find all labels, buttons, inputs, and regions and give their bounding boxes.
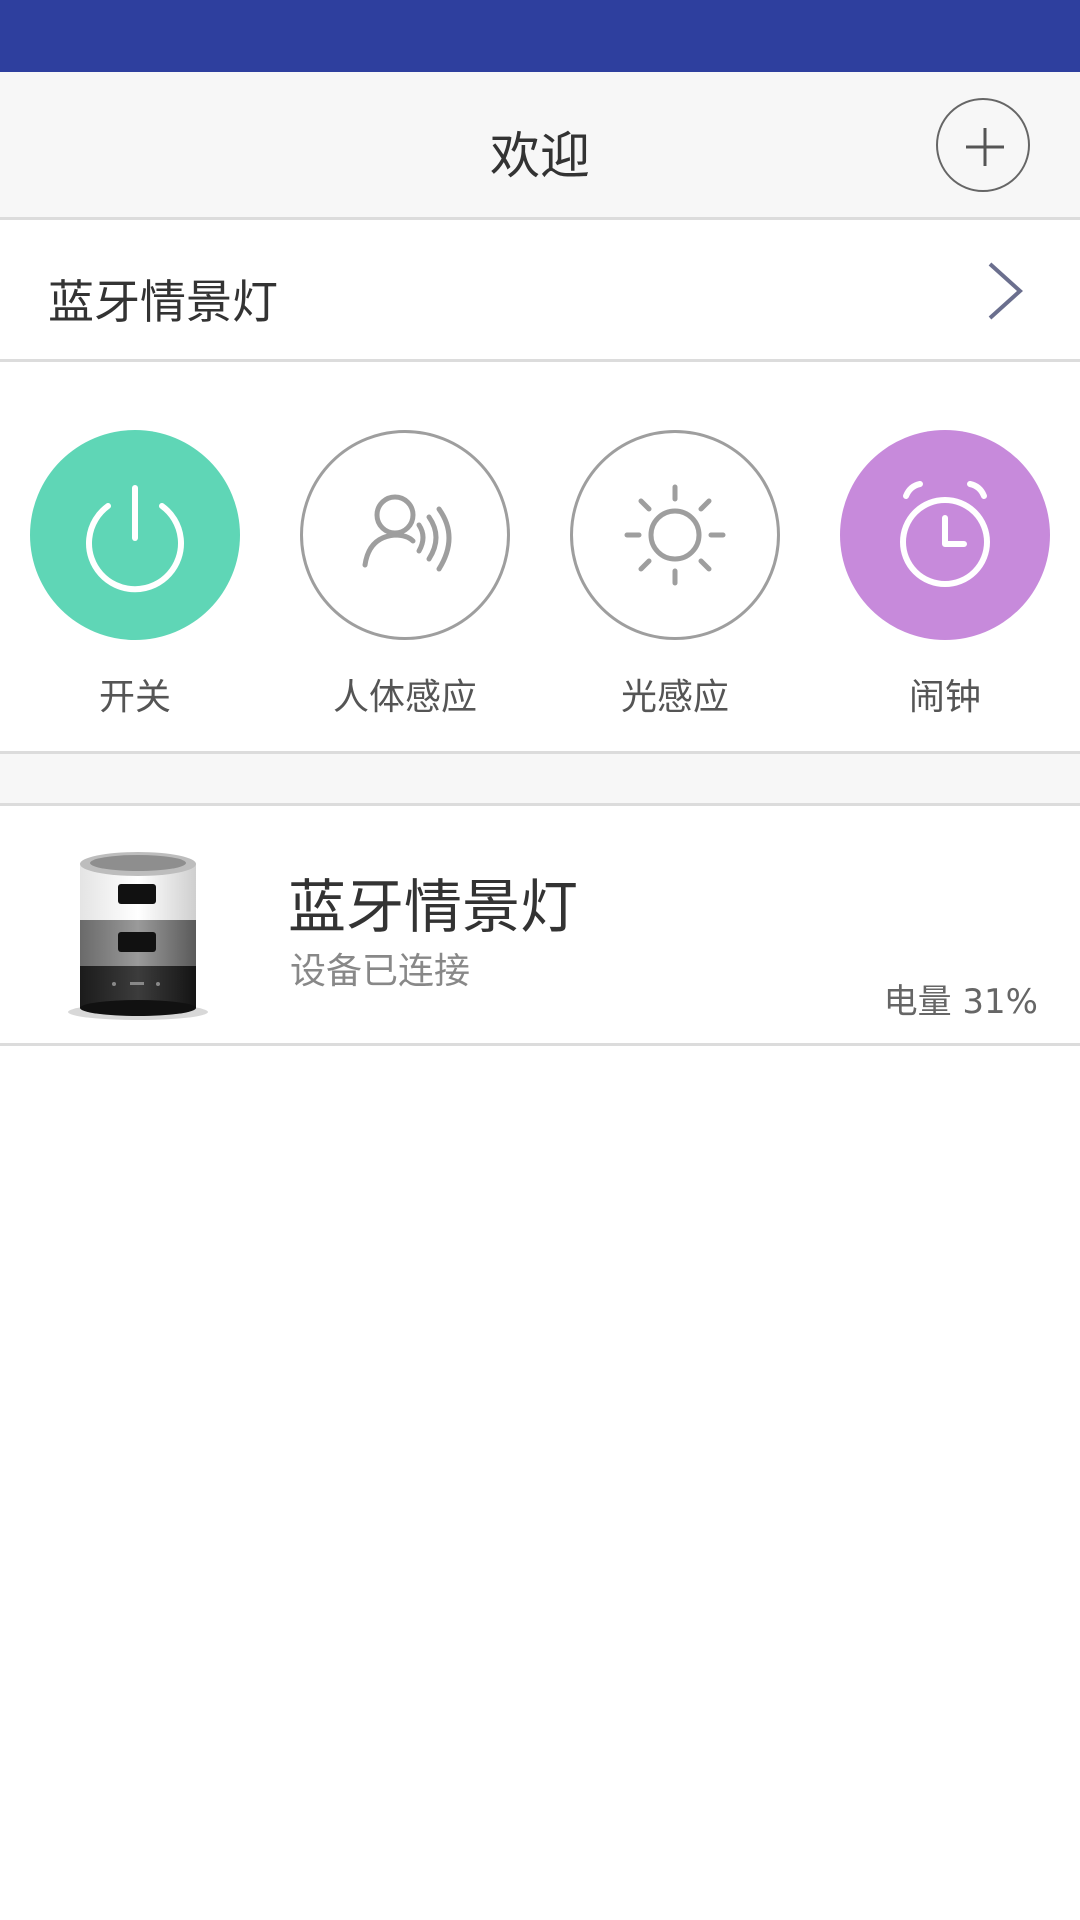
function-label: 人体感应 [332, 677, 477, 718]
battery-level: 电量 31% [883, 982, 1038, 1022]
device-selector-label: 蓝牙情景灯 [48, 275, 278, 329]
alarm-clock-icon [900, 481, 990, 587]
add-device-button[interactable] [936, 98, 1030, 192]
app-header: 欢迎 [0, 72, 1080, 220]
power-icon [86, 485, 184, 593]
section-divider [0, 754, 1080, 806]
function-label: 光感应 [620, 677, 729, 718]
person-sensor-icon [362, 494, 452, 572]
device-selector-row[interactable]: 蓝牙情景灯 [0, 220, 1080, 362]
sun-icon [624, 484, 726, 586]
light-sensor-button[interactable] [570, 430, 780, 640]
connection-status: 设备已连接 [290, 951, 471, 992]
function-grid: 开关 人体感应 光感应 闹钟 [0, 362, 1080, 754]
function-label: 开关 [98, 677, 171, 718]
alarm-button[interactable] [840, 430, 1050, 640]
function-power[interactable]: 开关 [25, 430, 245, 720]
device-name: 蓝牙情景灯 [288, 873, 579, 941]
function-label: 闹钟 [908, 677, 981, 718]
device-card[interactable]: 蓝牙情景灯 设备已连接 电量 31% [0, 806, 1080, 1046]
function-human-sensor[interactable]: 人体感应 [295, 430, 515, 720]
power-button[interactable] [30, 430, 240, 640]
chevron-right-icon [988, 262, 1023, 320]
function-light-sensor[interactable]: 光感应 [565, 430, 785, 720]
plus-icon [966, 128, 1004, 166]
lamp-device-image [68, 852, 208, 1020]
human-sensor-button[interactable] [300, 430, 510, 640]
page-title: 欢迎 [490, 127, 590, 185]
status-bar [0, 0, 1080, 72]
function-alarm[interactable]: 闹钟 [835, 430, 1055, 720]
